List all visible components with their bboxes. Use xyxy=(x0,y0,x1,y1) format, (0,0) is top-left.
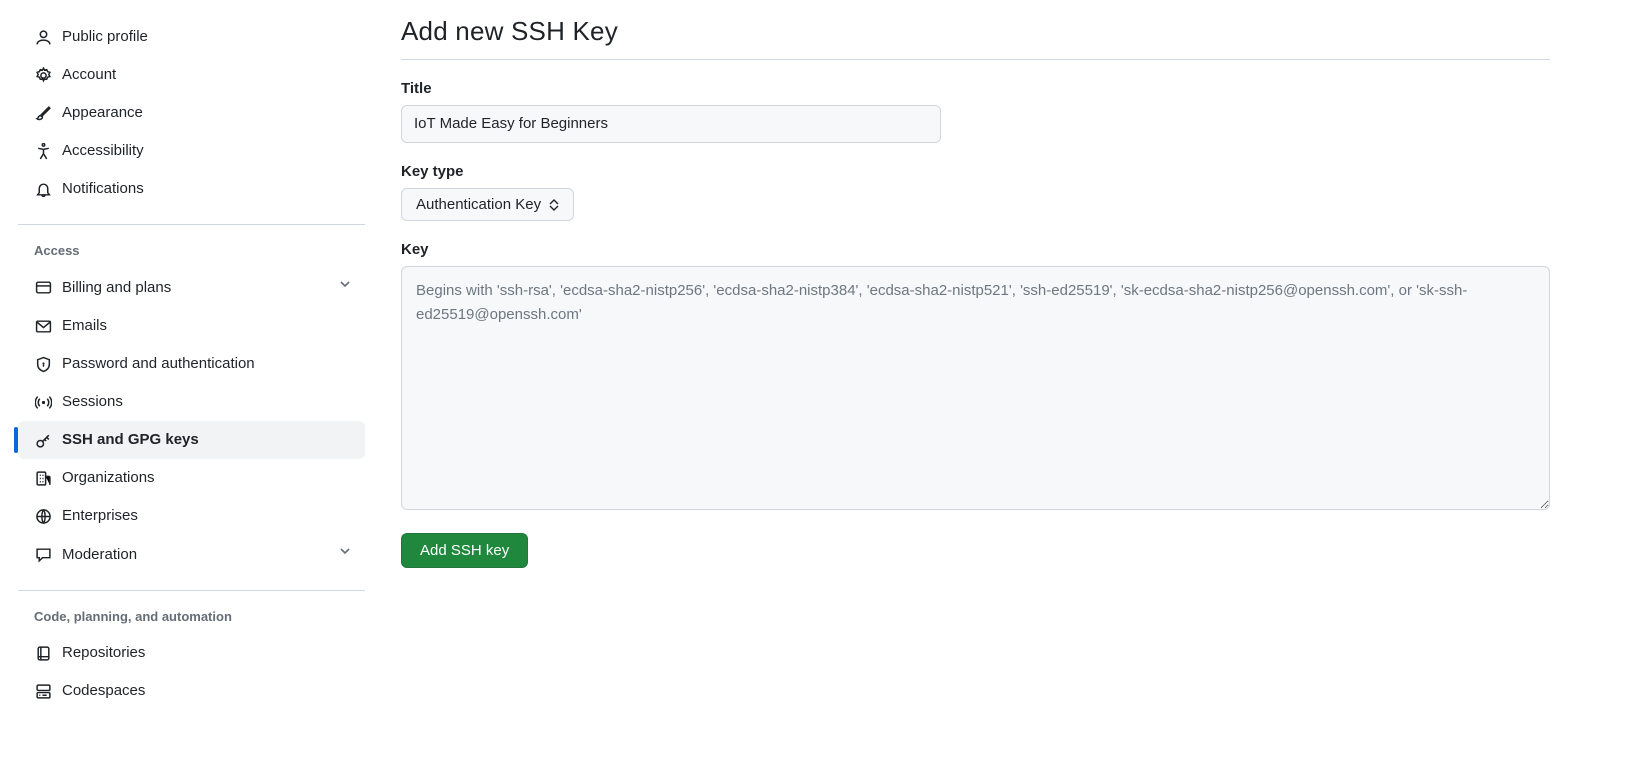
sidebar-item-label: Public profile xyxy=(62,26,353,48)
sidebar-item-password-auth[interactable]: Password and authentication xyxy=(18,345,365,383)
sidebar-item-billing[interactable]: Billing and plans xyxy=(18,268,365,307)
key-textarea[interactable] xyxy=(401,266,1550,510)
sidebar-item-label: Moderation xyxy=(62,544,327,566)
key-icon xyxy=(34,431,52,449)
sidebar-item-label: Emails xyxy=(62,315,353,337)
sidebar-group-general: Public profile Account Appearance Access… xyxy=(18,18,365,216)
sidebar-item-label: Billing and plans xyxy=(62,277,327,299)
sidebar-divider xyxy=(18,224,365,225)
sidebar-group-code: Repositories Codespaces xyxy=(18,634,365,718)
sidebar-item-ssh-gpg-keys[interactable]: SSH and GPG keys xyxy=(18,421,365,459)
accessibility-icon xyxy=(34,142,52,160)
sidebar-item-label: Repositories xyxy=(62,642,353,664)
sidebar-item-label: Notifications xyxy=(62,178,353,200)
page-title: Add new SSH Key xyxy=(401,16,1550,60)
codespaces-icon xyxy=(34,682,52,700)
broadcast-icon xyxy=(34,393,52,411)
main-content: Add new SSH Key Title Key type Authentic… xyxy=(385,0,1650,762)
sidebar-item-organizations[interactable]: Organizations xyxy=(18,459,365,497)
sidebar-heading-code: Code, planning, and automation xyxy=(18,605,365,634)
sidebar-divider xyxy=(18,590,365,591)
organization-icon xyxy=(34,469,52,487)
sidebar-item-label: Organizations xyxy=(62,467,353,489)
comment-icon xyxy=(34,546,52,564)
sidebar-item-label: Enterprises xyxy=(62,505,353,527)
keytype-value: Authentication Key xyxy=(416,196,541,213)
sidebar-item-enterprises[interactable]: Enterprises xyxy=(18,497,365,535)
sidebar-item-appearance[interactable]: Appearance xyxy=(18,94,365,132)
chevron-down-icon xyxy=(337,543,353,566)
settings-sidebar: Public profile Account Appearance Access… xyxy=(0,0,385,762)
sidebar-item-codespaces[interactable]: Codespaces xyxy=(18,672,365,710)
sidebar-item-label: Codespaces xyxy=(62,680,353,702)
form-group-key: Key xyxy=(401,241,1550,513)
bell-icon xyxy=(34,180,52,198)
add-ssh-key-button[interactable]: Add SSH key xyxy=(401,533,528,568)
chevron-down-icon xyxy=(337,276,353,299)
sidebar-item-label: Accessibility xyxy=(62,140,353,162)
sidebar-item-emails[interactable]: Emails xyxy=(18,307,365,345)
globe-icon xyxy=(34,507,52,525)
sidebar-item-label: SSH and GPG keys xyxy=(62,429,353,451)
keytype-label: Key type xyxy=(401,163,1550,180)
sidebar-item-repositories[interactable]: Repositories xyxy=(18,634,365,672)
title-input[interactable] xyxy=(401,105,941,143)
paintbrush-icon xyxy=(34,104,52,122)
gear-icon xyxy=(34,66,52,84)
keytype-select[interactable]: Authentication Key xyxy=(401,188,574,221)
form-group-title: Title xyxy=(401,80,1550,143)
sidebar-item-label: Sessions xyxy=(62,391,353,413)
credit-card-icon xyxy=(34,279,52,297)
sidebar-item-moderation[interactable]: Moderation xyxy=(18,535,365,574)
sidebar-item-public-profile[interactable]: Public profile xyxy=(18,18,365,56)
repo-icon xyxy=(34,644,52,662)
key-label: Key xyxy=(401,241,1550,258)
shield-lock-icon xyxy=(34,355,52,373)
sidebar-item-label: Appearance xyxy=(62,102,353,124)
sidebar-item-label: Account xyxy=(62,64,353,86)
mail-icon xyxy=(34,317,52,335)
sidebar-group-access: Billing and plans Emails Password and au… xyxy=(18,268,365,582)
sidebar-item-account[interactable]: Account xyxy=(18,56,365,94)
sidebar-item-notifications[interactable]: Notifications xyxy=(18,170,365,208)
sidebar-item-sessions[interactable]: Sessions xyxy=(18,383,365,421)
form-group-keytype: Key type Authentication Key xyxy=(401,163,1550,221)
title-label: Title xyxy=(401,80,1550,97)
select-caret-icon xyxy=(549,199,559,211)
sidebar-item-accessibility[interactable]: Accessibility xyxy=(18,132,365,170)
person-icon xyxy=(34,28,52,46)
sidebar-heading-access: Access xyxy=(18,239,365,268)
sidebar-item-label: Password and authentication xyxy=(62,353,353,375)
